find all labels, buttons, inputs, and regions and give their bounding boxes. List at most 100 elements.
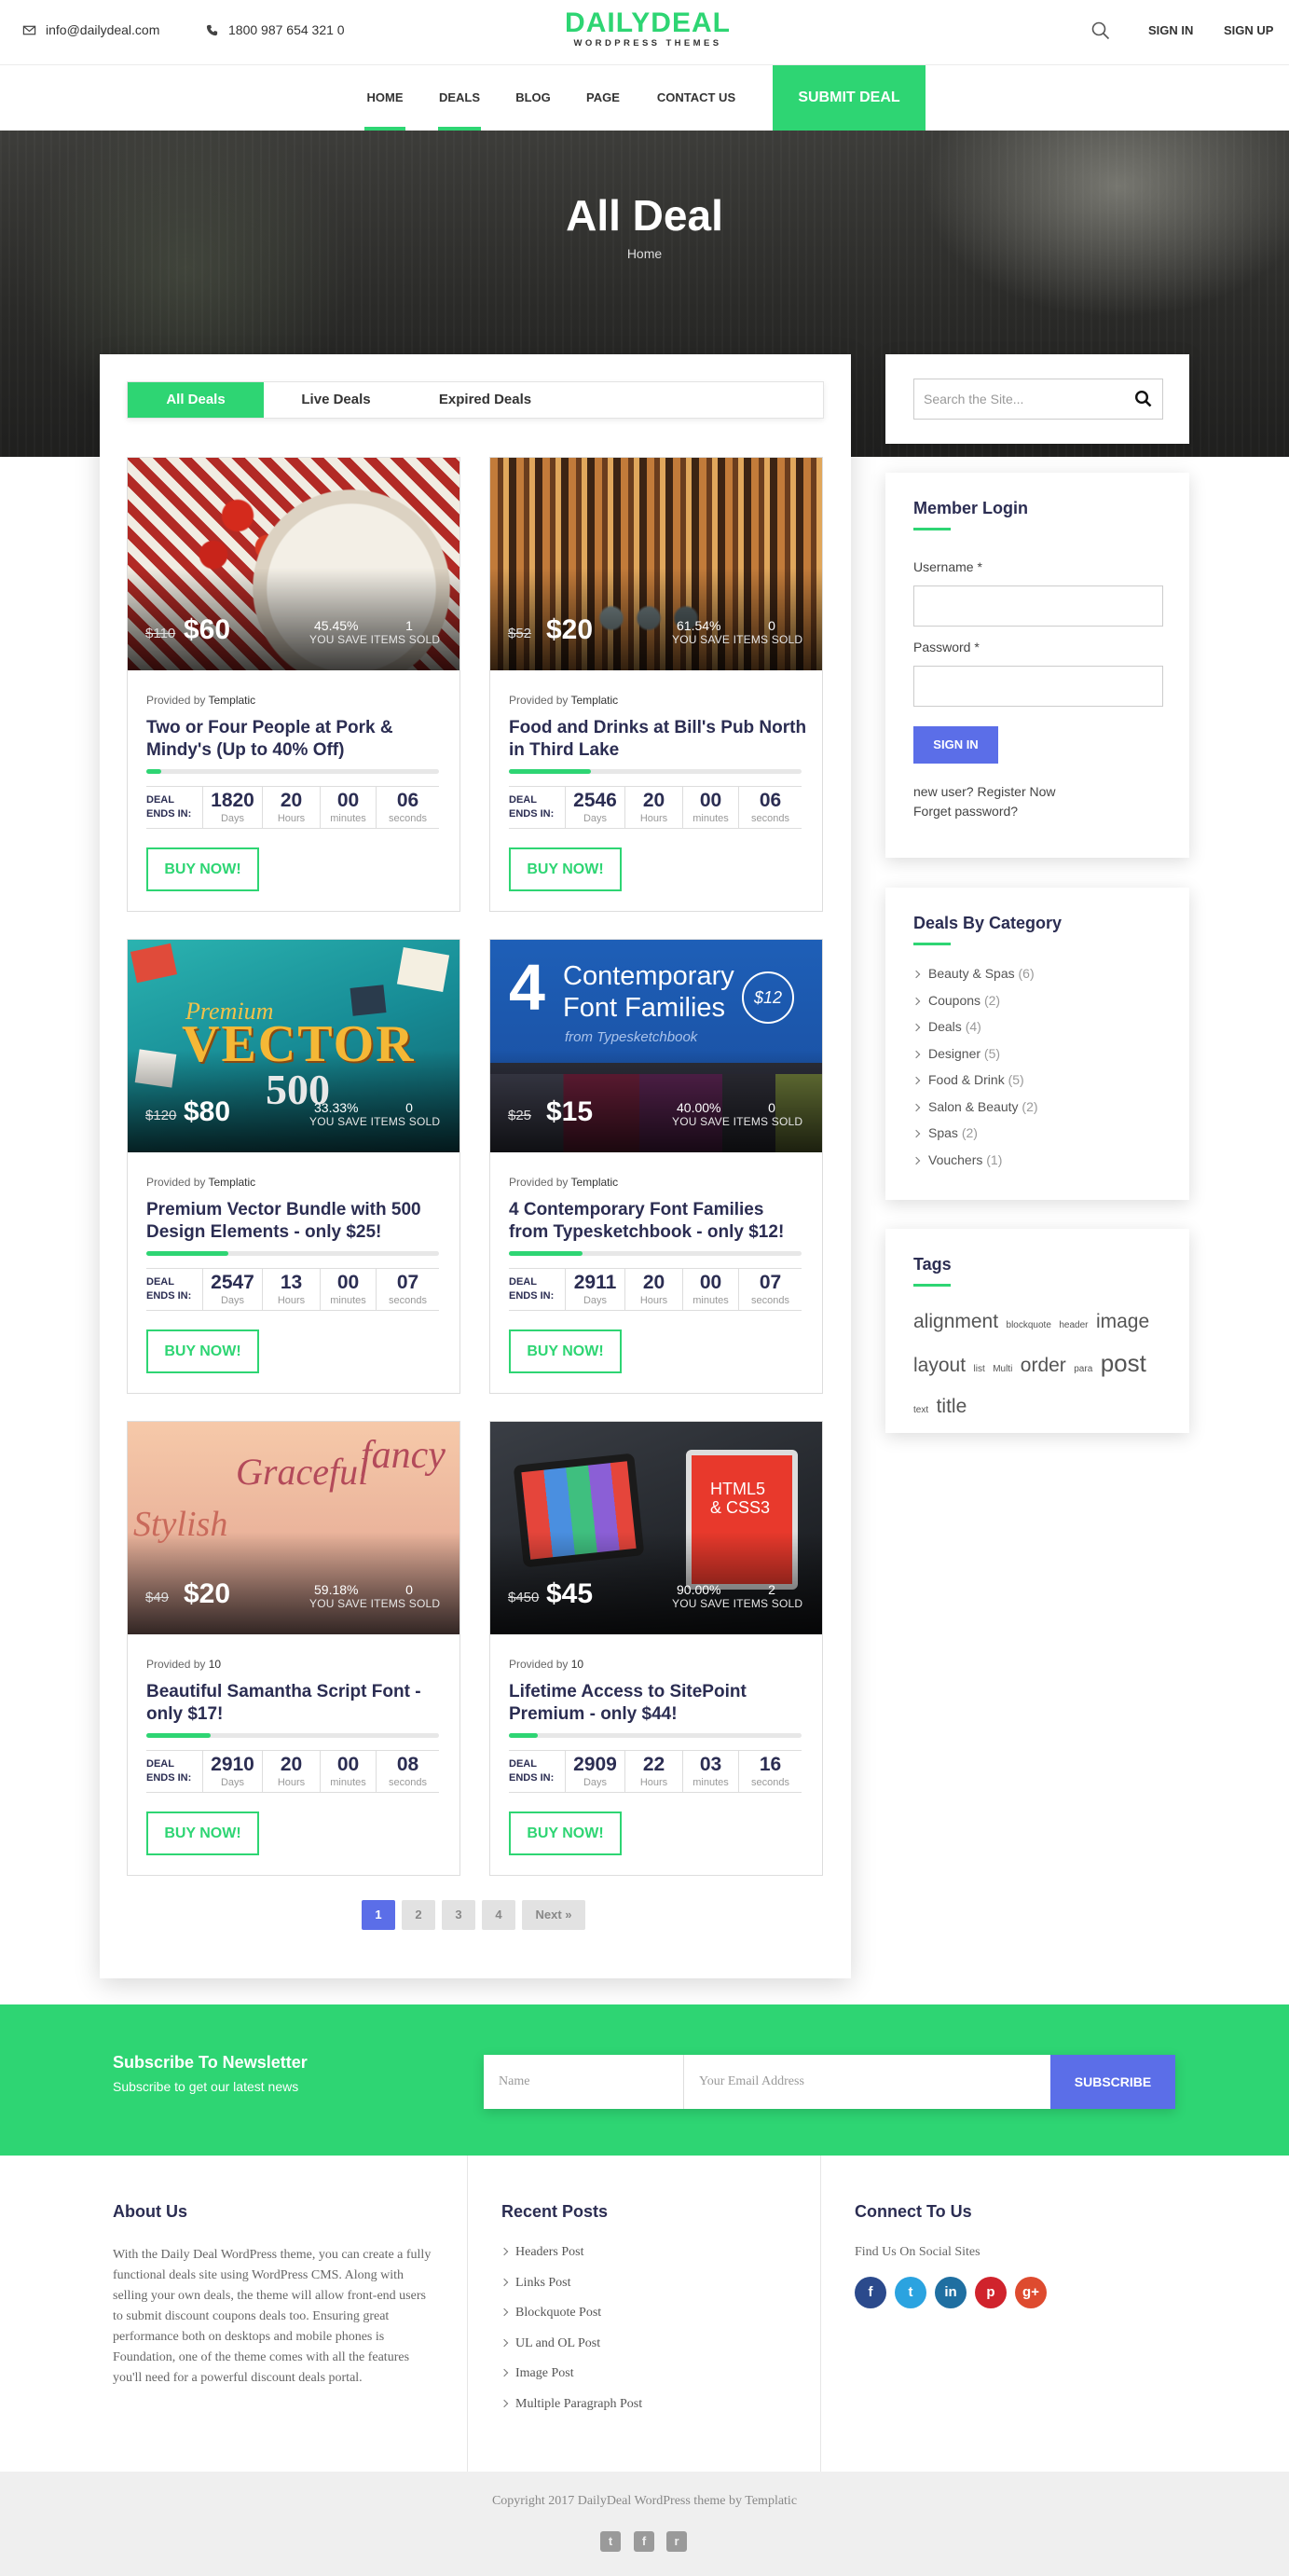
buy-now-button[interactable]: BUY NOW! — [146, 1329, 259, 1373]
nav-contact-us[interactable]: CONTACT US — [654, 65, 738, 131]
tag-link[interactable]: Multi — [993, 1364, 1012, 1374]
tab-live-deals[interactable]: Live Deals — [264, 382, 408, 418]
newsletter-email-input[interactable] — [684, 2055, 1050, 2109]
twitter-icon[interactable]: t — [600, 2531, 621, 2552]
twitter-icon[interactable]: t — [895, 2277, 926, 2308]
seconds-label: seconds — [389, 1777, 427, 1788]
items-sold: 0 — [405, 1100, 413, 1115]
provider-link[interactable]: Templatic — [209, 694, 256, 707]
tag-link[interactable]: layout — [913, 1355, 966, 1376]
recent-post-link[interactable]: Headers Post — [500, 2245, 584, 2260]
rss-icon[interactable]: r — [666, 2531, 687, 2552]
recent-post-link[interactable]: Image Post — [500, 2366, 574, 2381]
deal-ends-line2: ENDS IN: — [509, 1290, 555, 1302]
countdown-minutes: 00 minutes — [682, 1269, 738, 1310]
category-item[interactable]: Deals (4) — [912, 1019, 981, 1034]
chevron-right-icon — [912, 1076, 921, 1085]
nav-home[interactable]: HOME — [364, 65, 405, 131]
provider-link[interactable]: Templatic — [209, 1176, 256, 1189]
contact-phone[interactable]: 1800 987 654 321 0 — [205, 22, 345, 37]
forget-password-link[interactable]: Forget password? — [913, 804, 1018, 819]
linkedin-icon[interactable]: in — [935, 2277, 967, 2308]
site-logo[interactable]: DAILYDEAL WORDPRESS THEMES — [550, 9, 746, 49]
tag-link[interactable]: para — [1074, 1364, 1092, 1374]
facebook-icon[interactable]: f — [855, 2277, 886, 2308]
deal-title[interactable]: Premium Vector Bundle with 500 Design El… — [146, 1199, 445, 1244]
recent-post-link[interactable]: UL and OL Post — [500, 2336, 600, 2351]
deal-price: $45 — [546, 1578, 594, 1609]
category-item[interactable]: Spas (2) — [912, 1125, 978, 1140]
nav-page[interactable]: PAGE — [585, 65, 621, 131]
chevron-right-icon — [912, 1103, 921, 1111]
recent-post-link[interactable]: Blockquote Post — [500, 2306, 601, 2321]
newsletter-name-input[interactable] — [484, 2055, 684, 2109]
nav-deals[interactable]: DEALS — [438, 65, 481, 131]
countdown-minutes: 00 minutes — [320, 787, 376, 828]
tag-link[interactable]: post — [1101, 1349, 1146, 1377]
sign-in-link[interactable]: SIGN IN — [1148, 23, 1193, 37]
category-item[interactable]: Designer (5) — [912, 1046, 1000, 1061]
tag-link[interactable]: title — [937, 1396, 967, 1417]
recent-post-link[interactable]: Multiple Paragraph Post — [500, 2397, 642, 2412]
password-field[interactable] — [913, 666, 1163, 707]
next-page-button[interactable]: Next » — [522, 1900, 585, 1930]
old-price: $450 — [508, 1590, 540, 1605]
tag-link[interactable]: header — [1059, 1320, 1088, 1330]
sign-in-button[interactable]: SIGN IN — [913, 726, 998, 764]
countdown-minutes: 03 minutes — [682, 1751, 738, 1792]
provider-link[interactable]: 10 — [209, 1658, 221, 1671]
pinterest-icon[interactable]: p — [975, 2277, 1007, 2308]
tag-link[interactable]: alignment — [913, 1311, 998, 1332]
provider-link[interactable]: Templatic — [571, 694, 619, 707]
facebook-icon[interactable]: f — [634, 2531, 654, 2552]
page-4-button[interactable]: 4 — [482, 1900, 515, 1930]
submit-deal-button[interactable]: SUBMIT DEAL — [773, 65, 926, 131]
tag-link[interactable]: blockquote — [1007, 1320, 1051, 1330]
username-field[interactable] — [913, 585, 1163, 627]
deal-title[interactable]: Lifetime Access to SitePoint Premium - o… — [509, 1681, 807, 1726]
provider-link[interactable]: Templatic — [571, 1176, 619, 1189]
nav-blog[interactable]: BLOG — [515, 65, 551, 131]
subscribe-button[interactable]: SUBSCRIBE — [1050, 2055, 1175, 2109]
search-input[interactable] — [924, 379, 1119, 419]
tab-all-deals[interactable]: All Deals — [128, 382, 264, 418]
category-item[interactable]: Beauty & Spas (6) — [912, 966, 1035, 981]
search-icon[interactable] — [1134, 390, 1153, 408]
buy-now-button[interactable]: BUY NOW! — [509, 847, 622, 891]
tag-link[interactable]: text — [913, 1405, 928, 1415]
deal-title[interactable]: 4 Contemporary Font Families from Typesk… — [509, 1199, 807, 1244]
recent-post-link[interactable]: Links Post — [500, 2276, 571, 2291]
deal-title[interactable]: Food and Drinks at Bill's Pub North in T… — [509, 717, 807, 762]
buy-now-button[interactable]: BUY NOW! — [146, 847, 259, 891]
page-3-button[interactable]: 3 — [442, 1900, 475, 1930]
countdown: DEAL ENDS IN: 2546 Days 20 Hours 00 minutes … — [509, 786, 802, 829]
page-1-button[interactable]: 1 — [362, 1900, 395, 1930]
deal-card: 4 Contemporary Font Families from Typesk… — [489, 939, 823, 1394]
provider-link[interactable]: 10 — [571, 1658, 583, 1671]
save-sold-label: YOU SAVE ITEMS SOLD — [672, 1597, 803, 1610]
tag-link[interactable]: image — [1096, 1311, 1149, 1332]
search-icon[interactable] — [1090, 21, 1111, 41]
deal-title[interactable]: Two or Four People at Pork & Mindy's (Up… — [146, 717, 445, 762]
contact-email[interactable]: info@dailydeal.com — [22, 22, 159, 37]
category-item[interactable]: Food & Drink (5) — [912, 1072, 1024, 1087]
register-link[interactable]: new user? Register Now — [913, 784, 1056, 799]
category-item[interactable]: Salon & Beauty (2) — [912, 1099, 1038, 1114]
category-item[interactable]: Coupons (2) — [912, 993, 1000, 1008]
category-item[interactable]: Vouchers (1) — [912, 1152, 1002, 1167]
logo-sub-text: WORDPRESS THEMES — [573, 38, 722, 48]
seconds-label: seconds — [389, 1295, 427, 1306]
countdown-days: 2546 Days — [565, 787, 624, 828]
google-plus-icon[interactable]: g+ — [1015, 2277, 1047, 2308]
sign-up-link[interactable]: SIGN UP — [1224, 23, 1273, 37]
provided-by: Provided by Templatic — [509, 694, 618, 707]
deal-title[interactable]: Beautiful Samantha Script Font - only $1… — [146, 1681, 445, 1726]
page-2-button[interactable]: 2 — [402, 1900, 435, 1930]
tag-link[interactable]: order — [1021, 1355, 1066, 1376]
buy-now-button[interactable]: BUY NOW! — [509, 1811, 622, 1855]
buy-now-button[interactable]: BUY NOW! — [509, 1329, 622, 1373]
tag-link[interactable]: list — [974, 1364, 985, 1374]
breadcrumb[interactable]: Home — [0, 246, 1289, 261]
tab-expired-deals[interactable]: Expired Deals — [408, 382, 562, 418]
buy-now-button[interactable]: BUY NOW! — [146, 1811, 259, 1855]
